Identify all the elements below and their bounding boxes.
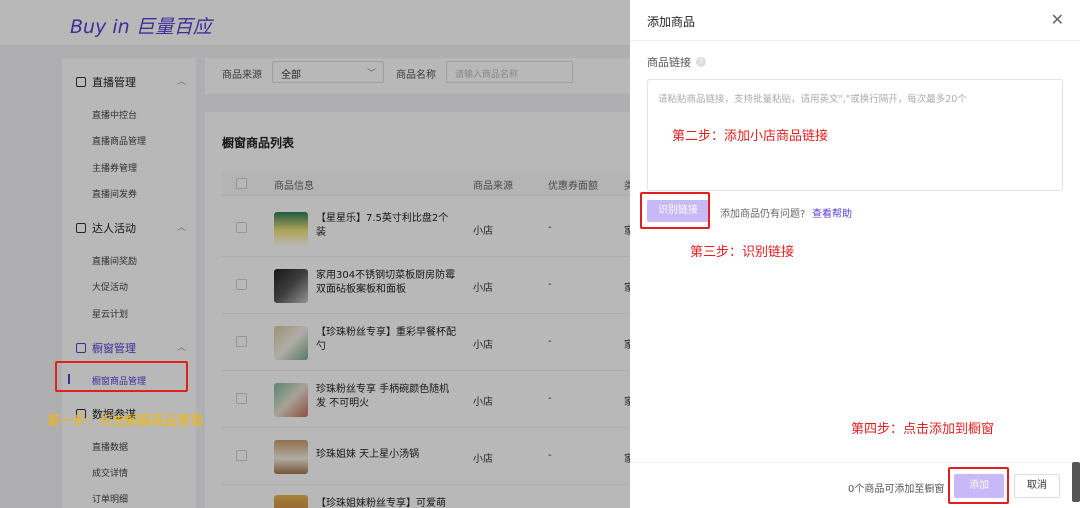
scrollbar-handle[interactable] [1072, 462, 1080, 502]
addable-count: 0个商品可添加至橱窗 [848, 484, 945, 495]
annotation-step1: 第一步：点击橱窗商品管理 [47, 414, 204, 429]
help-text: 添加商品仍有问题? [720, 209, 806, 220]
modal-overlay[interactable] [0, 0, 630, 508]
annotation-step3: 第三步：识别链接 [690, 245, 795, 260]
annotation-step2: 第二步：添加小店商品链接 [672, 129, 829, 144]
highlight-box-step3 [640, 192, 710, 229]
product-link-label-text: 商品链接 [647, 56, 691, 69]
drawer-title: 添加商品 [647, 15, 696, 29]
view-help-link[interactable]: 查看帮助 [812, 205, 852, 220]
divider [630, 40, 1080, 41]
highlight-box-step4 [948, 467, 1009, 504]
divider [630, 462, 1080, 463]
cancel-button[interactable]: 取消 [1014, 474, 1060, 498]
question-icon[interactable]: ? [696, 57, 706, 67]
highlight-box-step1 [55, 361, 188, 392]
product-link-label: 商品链接 ? [647, 54, 706, 70]
close-icon[interactable]: ✕ [1051, 10, 1064, 29]
annotation-step4: 第四步：点击添加到橱窗 [851, 422, 995, 437]
